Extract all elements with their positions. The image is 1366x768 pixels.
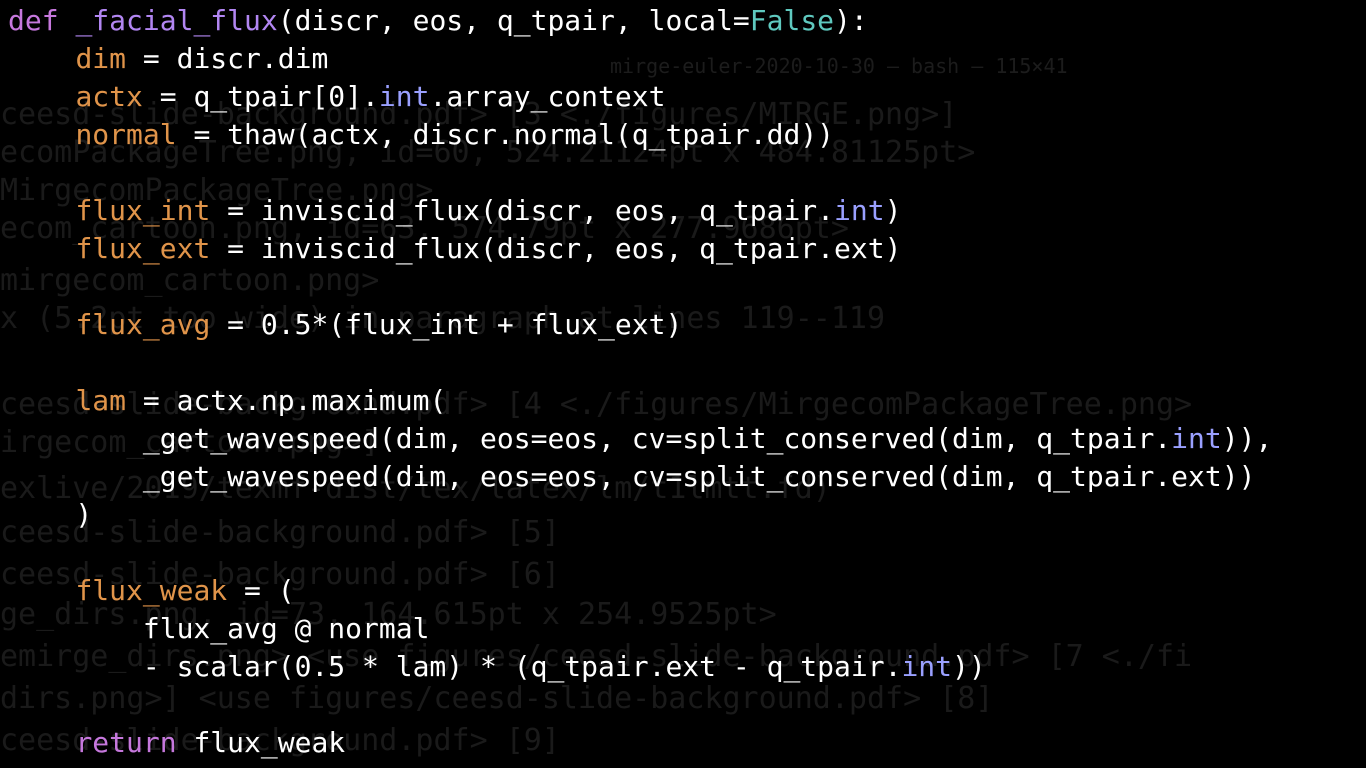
code-line: flux_avg = 0.5*(flux_int + flux_ext) [8, 306, 682, 344]
code-token: = discr.dim [126, 42, 329, 75]
code-token: = inviscid_flux(discr, eos, q_tpair.ext) [210, 232, 902, 265]
code-token: False [749, 4, 835, 37]
code-token: flux_avg @ normal [8, 612, 430, 645]
code-token: actx [75, 80, 143, 113]
code-token: int [1171, 422, 1222, 455]
code-token: = q_tpair[0]. [142, 80, 379, 113]
code-token: return [75, 726, 177, 759]
code-token: = ( [227, 574, 295, 607]
code-line: flux_ext = inviscid_flux(discr, eos, q_t… [8, 230, 901, 268]
presentation-screen: mirge-euler-2020-10-30 — bash — 115×41 c… [0, 0, 1366, 768]
code-token: _get_wavespeed(dim, eos=eos, cv=split_co… [8, 422, 1172, 455]
code-token: = actx.np.maximum( [126, 384, 447, 417]
code-token: .array_context [429, 80, 666, 113]
code-line: def _facial_flux(discr, eos, q_tpair, lo… [8, 2, 868, 40]
code-token: int [901, 650, 953, 683]
code-token: _get_wavespeed(dim, eos=eos, cv=split_co… [8, 460, 1256, 493]
code-token: )), [1221, 422, 1273, 455]
code-token: _facial_flux [75, 4, 278, 37]
code-token: flux_weak [176, 726, 346, 759]
code-token: flux_weak [75, 574, 228, 607]
code-token: ) [884, 194, 902, 227]
code-token: ): [834, 4, 868, 37]
code-line: ) [8, 496, 92, 534]
code-line: flux_weak = ( [8, 572, 295, 610]
code-token: ) [8, 498, 93, 531]
code-token: )) [952, 650, 986, 683]
code-line: actx = q_tpair[0].int.array_context [8, 78, 665, 116]
code-token: lam [75, 384, 127, 417]
code-token: flux_int [75, 194, 211, 227]
code-token: int [834, 194, 885, 227]
code-line: flux_avg @ normal [8, 610, 430, 648]
code-token: flux_avg [75, 308, 211, 341]
code-token: (discr, eos, q_tpair, local= [277, 4, 750, 37]
terminal-window-title: mirge-euler-2020-10-30 — bash — 115×41 [610, 54, 1068, 78]
code-token: normal [75, 118, 177, 151]
code-line: normal = thaw(actx, discr.normal(q_tpair… [8, 116, 834, 154]
code-line: return flux_weak [8, 724, 345, 762]
code-token: = 0.5*(flux_int + flux_ext) [210, 308, 683, 341]
code-token: def [8, 4, 59, 37]
code-line: lam = actx.np.maximum( [8, 382, 446, 420]
code-token: = inviscid_flux(discr, eos, q_tpair. [210, 194, 835, 227]
code-line: dim = discr.dim [8, 40, 328, 78]
code-token: int [378, 80, 430, 113]
code-token: - scalar(0.5 * lam) * (q_tpair.ext - q_t… [8, 650, 902, 683]
code-token: dim [75, 42, 127, 75]
code-token: flux_ext [75, 232, 211, 265]
code-line: flux_int = inviscid_flux(discr, eos, q_t… [8, 192, 901, 230]
code-line: _get_wavespeed(dim, eos=eos, cv=split_co… [8, 420, 1272, 458]
code-line: - scalar(0.5 * lam) * (q_tpair.ext - q_t… [8, 648, 986, 686]
code-token: = thaw(actx, discr.normal(q_tpair.dd)) [176, 118, 835, 151]
code-line: _get_wavespeed(dim, eos=eos, cv=split_co… [8, 458, 1256, 496]
